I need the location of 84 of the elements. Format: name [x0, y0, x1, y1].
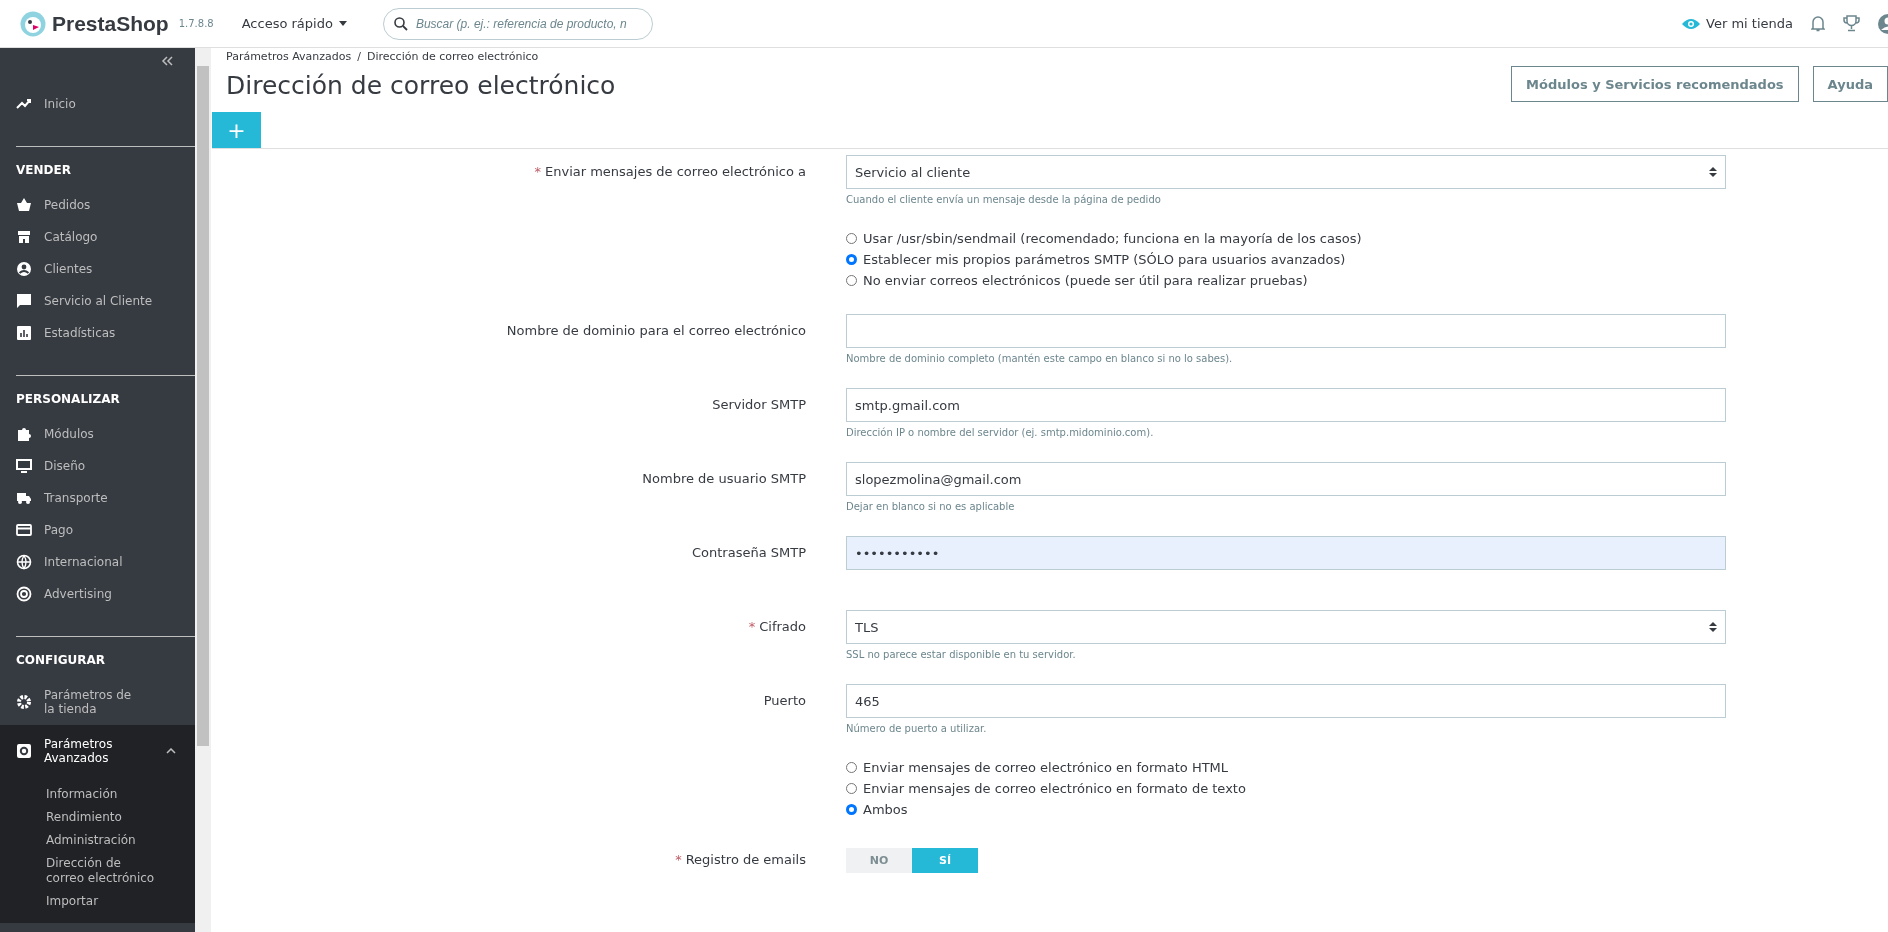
radio-label: Ambos: [863, 802, 908, 817]
sidebar-item[interactable]: Módulos: [0, 418, 195, 450]
puffin-logo-icon: [20, 10, 46, 37]
page-title: Dirección de correo electrónico: [226, 71, 616, 100]
sidebar-item[interactable]: Pedidos: [0, 189, 195, 221]
chart-icon: [16, 325, 32, 341]
radio-label: No enviar correos electrónicos (puede ser útil para realizar pruebas): [863, 273, 1308, 288]
radio-label: Enviar mensajes de correo electrónico en formato de texto: [863, 781, 1246, 796]
logo-text: PrestaShop: [52, 11, 169, 36]
field-label: Nombre de usuario SMTP: [641, 470, 806, 488]
sort-caret-icon: [1709, 622, 1717, 632]
sidebar-item[interactable]: Estadísticas: [0, 317, 195, 349]
radio-label: Enviar mensajes de correo electrónico en formato HTML: [863, 760, 1229, 775]
caret-icon: [338, 21, 347, 26]
search-icon: [393, 16, 408, 31]
radio-button[interactable]: [846, 804, 857, 815]
chat-icon: [16, 293, 32, 309]
sidebar-item[interactable]: Servicio al Cliente: [0, 285, 195, 317]
radio-label: Establecer mis propios parámetros SMTP (SÓLO para usuarios avanzados): [863, 252, 1346, 267]
header-button[interactable]: Ayuda: [1812, 66, 1888, 102]
trophy-icon[interactable]: [1843, 15, 1860, 32]
text-field[interactable]: 465: [846, 684, 1726, 718]
monitor-icon: [16, 458, 32, 474]
sidebar-item[interactable]: Internacional: [0, 546, 195, 578]
breadcrumb-link[interactable]: Dirección de correo electrónico: [366, 50, 539, 63]
sidebar-item[interactable]: Clientes: [0, 253, 195, 285]
store-icon: [16, 229, 32, 245]
user-avatar-icon[interactable]: [1878, 13, 1888, 34]
sort-caret-icon: [1709, 167, 1717, 177]
help-text: Dejar en blanco si no es aplicable: [846, 501, 1015, 512]
field-label: * Registro de emails: [674, 851, 806, 869]
help-text: Nombre de dominio completo (mantén este campo en blanco si no lo sabes).: [846, 353, 1233, 364]
field-label: Servidor SMTP: [711, 396, 806, 414]
search-field[interactable]: Buscar (p. ej.: referencia de producto, n: [382, 7, 653, 40]
text-field[interactable]: smtp.gmail.com: [846, 388, 1726, 422]
radio-button[interactable]: [846, 254, 857, 265]
text-field[interactable]: [846, 314, 1726, 348]
sidebar-item[interactable]: Parámetros de la tienda: [0, 679, 195, 725]
breadcrumb-link[interactable]: Parámetros Avanzados: [226, 50, 352, 63]
text-field[interactable]: slopezmolina@gmail.com: [846, 462, 1726, 496]
basket-icon: [16, 197, 32, 213]
section-heading: VENDER: [15, 162, 72, 179]
help-text: Cuando el cliente envía un mensaje desde la página de pedido: [846, 194, 1161, 205]
user-icon: [16, 261, 32, 277]
sidebar-item[interactable]: Parámetros Avanzados: [0, 725, 195, 777]
sidebar-item[interactable]: Advertising: [0, 578, 195, 610]
card-icon: [16, 522, 32, 538]
version-text: 1.7.8.8: [178, 18, 214, 29]
sidebar-item[interactable]: Transporte: [0, 482, 195, 514]
text-field[interactable]: •••••••••••: [846, 536, 1726, 570]
breadcrumb-separator: /: [357, 50, 361, 63]
radio-button[interactable]: [846, 275, 857, 286]
sidebar-item[interactable]: Diseño: [0, 450, 195, 482]
collapse-icon[interactable]: [161, 56, 173, 66]
field-label: * Enviar mensajes de correo electrónico a: [533, 163, 806, 181]
select-field[interactable]: Servicio al cliente: [846, 155, 1726, 189]
header-button[interactable]: Módulos y Servicios recomendados: [1511, 66, 1799, 102]
select-field[interactable]: TLS: [846, 610, 1726, 644]
puzzle-icon: [16, 426, 32, 442]
radio-button[interactable]: [846, 233, 857, 244]
radio-button[interactable]: [846, 762, 857, 773]
target-icon: [16, 586, 32, 602]
scrollbar[interactable]: [195, 48, 211, 932]
sidebar-item[interactable]: Inicio: [0, 88, 195, 120]
chevron-icon: [166, 748, 176, 754]
bell-icon[interactable]: [1811, 15, 1825, 32]
help-text: SSL no parece estar disponible en tu servidor.: [846, 649, 1076, 660]
view-store-link[interactable]: Ver mi tienda: [1682, 16, 1793, 31]
section-heading: PERSONALIZAR: [15, 391, 121, 408]
truck-icon: [16, 490, 32, 506]
sidebar-item[interactable]: Pago: [0, 514, 195, 546]
eye-icon: [1682, 17, 1701, 30]
quick-access-dropdown[interactable]: Acceso rápido: [235, 15, 353, 32]
help-text: Número de puerto a utilizar.: [846, 723, 987, 734]
sidebar-item[interactable]: Catálogo: [0, 221, 195, 253]
field-label: Nombre de dominio para el correo electrónico: [505, 322, 806, 340]
field-label: * Cifrado: [747, 618, 806, 636]
globe-icon: [16, 554, 32, 570]
field-label: Puerto: [762, 692, 806, 710]
field-label: Contraseña SMTP: [690, 544, 806, 562]
radio-label: Usar /usr/sbin/sendmail (recomendado; funciona en la mayoría de los casos): [863, 231, 1362, 246]
radio-button[interactable]: [846, 783, 857, 794]
help-text: Dirección IP o nombre del servidor (ej. smtp.midominio.com).: [846, 427, 1154, 438]
section-heading: CONFIGURAR: [15, 652, 107, 669]
